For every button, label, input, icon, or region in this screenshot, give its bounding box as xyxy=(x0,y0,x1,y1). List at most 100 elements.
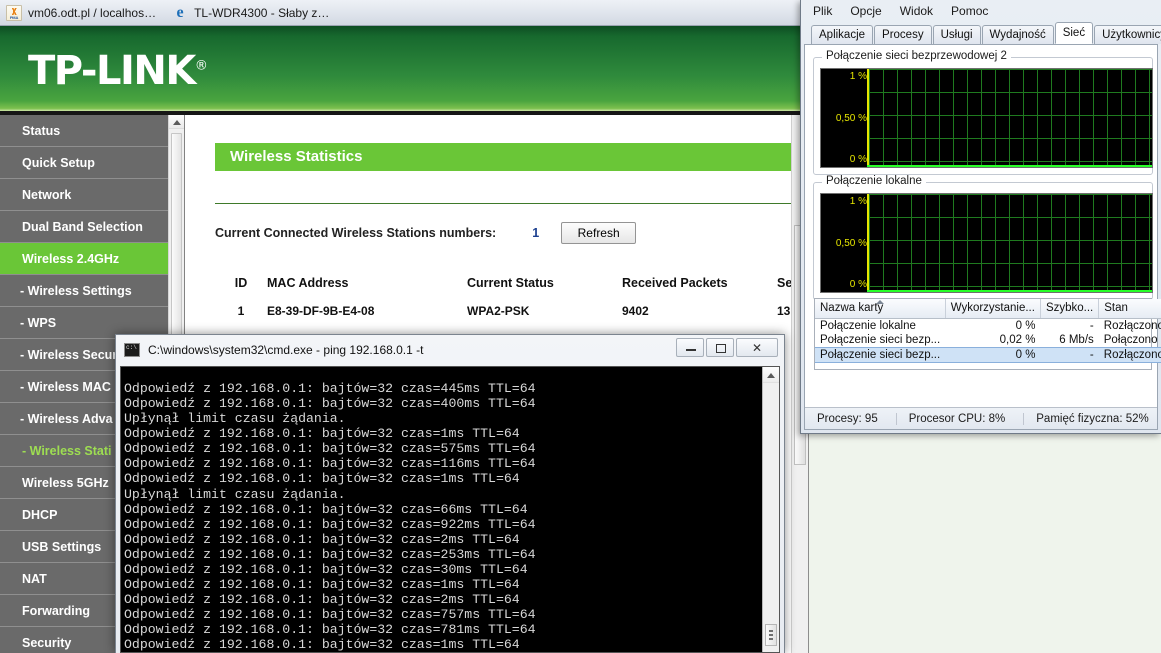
window-title: C:\windows\system32\cmd.exe - ping 192.1… xyxy=(148,343,424,357)
browser-tab-tplink[interactable]: e TL-WDR4300 - Słaby z… xyxy=(166,0,339,26)
browser-tab-strip: vm06.odt.pl / localhos… e TL-WDR4300 - S… xyxy=(0,0,808,26)
sidebar-item-status[interactable]: Status xyxy=(0,115,168,147)
network-graph-local: Połączenie lokalne 1 % 0,50 % 0 % xyxy=(813,175,1153,300)
network-adapters-table: Nazwa karty Wykorzystanie... Szybko... S… xyxy=(814,298,1161,370)
command-prompt-window: C:\windows\system32\cmd.exe - ping 192.1… xyxy=(115,334,785,653)
column-header-state[interactable]: Stan xyxy=(1098,299,1161,319)
sidebar-item-network[interactable]: Network xyxy=(0,179,168,211)
console-output-text: Odpowiedź z 192.168.0.1: bajtów=32 czas=… xyxy=(124,381,536,652)
scroll-up-arrow-icon[interactable] xyxy=(763,367,779,383)
graph-series-line xyxy=(867,290,1152,292)
network-graph-wireless-2: Połączenie sieci bezprzewodowej 2 1 % 0,… xyxy=(813,50,1153,175)
cell-mac-address: E8-39-DF-9B-E4-08 xyxy=(267,304,375,318)
network-graph-plot: 1 % 0,50 % 0 % xyxy=(820,193,1153,293)
column-header-adapter-name[interactable]: Nazwa karty xyxy=(815,299,946,319)
sidebar-scroll-thumb[interactable] xyxy=(171,133,182,343)
y-tick-label: 1 % xyxy=(849,71,867,82)
tab-siec[interactable]: Sieć xyxy=(1054,22,1094,44)
table-row[interactable]: Połączenie sieci bezp... 0,02 % 6 Mb/s P… xyxy=(815,333,1161,348)
graph-y-axis: 1 % 0,50 % 0 % xyxy=(821,194,867,292)
graph-grid xyxy=(867,194,1152,292)
stations-count-label: Current Connected Wireless Stations numb… xyxy=(215,226,497,240)
menu-plik[interactable]: Plik xyxy=(813,4,832,18)
tab-aplikacje[interactable]: Aplikacje xyxy=(811,25,874,44)
tab-uslugi[interactable]: Usługi xyxy=(932,25,981,44)
maximize-button[interactable] xyxy=(706,338,734,357)
tab-uzytkownicy[interactable]: Użytkownicy xyxy=(1094,25,1161,44)
command-prompt-titlebar[interactable]: C:\windows\system32\cmd.exe - ping 192.1… xyxy=(116,335,784,365)
cell-usage: 0 % xyxy=(1015,319,1036,332)
task-manager-tabs: Aplikacje Procesy Usługi Wydajność Sieć … xyxy=(801,21,1161,44)
console-resize-grip[interactable] xyxy=(765,624,777,646)
cell-adapter-name: Połączenie lokalne xyxy=(820,319,916,332)
menu-opcje[interactable]: Opcje xyxy=(850,4,881,18)
cell-speed: - xyxy=(1089,319,1094,332)
stations-count-value: 1 xyxy=(532,226,540,240)
column-header-id: ID xyxy=(234,276,248,290)
column-header-mac-address: MAC Address xyxy=(267,276,349,290)
cell-speed: 6 Mb/s xyxy=(1059,333,1094,346)
graph-y-axis: 1 % 0,50 % 0 % xyxy=(821,69,867,167)
refresh-button[interactable]: Refresh xyxy=(561,222,637,244)
browser-tab-label: TL-WDR4300 - Słaby z… xyxy=(194,5,330,20)
window-controls: ✕ xyxy=(676,338,778,357)
page-title: Wireless Statistics xyxy=(215,143,808,171)
table-row-selected[interactable]: Połączenie sieci bezp... 0 % - Rozłączon… xyxy=(815,346,1161,363)
task-manager-menubar: Plik Opcje Widok Pomoc xyxy=(801,0,1161,21)
wireless-stations-table: ID MAC Address Current Status Received P… xyxy=(215,272,808,320)
sidebar-item-wireless-24ghz[interactable]: Wireless 2.4GHz xyxy=(0,243,168,275)
y-tick-label: 0,50 % xyxy=(835,238,867,249)
cell-state: Rozłączono xyxy=(1098,346,1161,363)
graph-grid xyxy=(867,69,1152,167)
network-graph-plot: 1 % 0,50 % 0 % xyxy=(820,68,1153,168)
cell-current-status: WPA2-PSK xyxy=(467,304,530,318)
column-header-received-packets: Received Packets xyxy=(622,276,728,290)
phpmyadmin-icon xyxy=(6,4,22,21)
cell-usage: 0,02 % xyxy=(999,333,1036,346)
task-manager-window: Plik Opcje Widok Pomoc Aplikacje Procesy… xyxy=(800,0,1161,434)
router-header: TP-LINK® xyxy=(0,26,808,111)
console-scrollbar[interactable] xyxy=(762,367,779,652)
cell-usage: 0 % xyxy=(945,346,1041,363)
cell-state: Rozłączono xyxy=(1103,319,1161,332)
status-processes: Procesy: 95 xyxy=(817,412,878,425)
browser-tab-label: vm06.odt.pl / localhos… xyxy=(28,5,157,20)
menu-widok[interactable]: Widok xyxy=(900,4,933,18)
internet-explorer-icon: e xyxy=(176,3,184,21)
console-icon xyxy=(124,343,140,357)
network-graph-caption: Połączenie lokalne xyxy=(822,175,926,187)
console-output-area[interactable]: Odpowiedź z 192.168.0.1: bajtów=32 czas=… xyxy=(120,366,780,653)
cell-id: 1 xyxy=(237,304,245,318)
y-tick-label: 1 % xyxy=(849,196,867,207)
cell-received-packets: 9402 xyxy=(622,304,649,318)
close-button[interactable]: ✕ xyxy=(736,338,778,357)
status-cpu: Procesor CPU: 8% xyxy=(895,412,1005,425)
minimize-button[interactable] xyxy=(676,338,704,357)
table-header-row: Nazwa karty Wykorzystanie... Szybko... S… xyxy=(815,299,1161,319)
table-row[interactable]: Połączenie lokalne 0 % - Rozłączono xyxy=(815,318,1161,333)
menu-pomoc[interactable]: Pomoc xyxy=(951,4,988,18)
sidebar-item-quick-setup[interactable]: Quick Setup xyxy=(0,147,168,179)
sidebar-item-dual-band-selection[interactable]: Dual Band Selection xyxy=(0,211,168,243)
table-row: 1 E8-39-DF-9B-E4-08 WPA2-PSK 9402 13 xyxy=(215,302,808,320)
cell-adapter-name: Połączenie sieci bezp... xyxy=(820,333,941,346)
title-divider xyxy=(215,203,808,204)
column-header-usage[interactable]: Wykorzystanie... xyxy=(945,299,1041,319)
close-icon: ✕ xyxy=(751,341,763,355)
task-manager-statusbar: Procesy: 95 Procesor CPU: 8% Pamięć fizy… xyxy=(805,407,1157,429)
cell-state: Połączono xyxy=(1103,333,1158,346)
sidebar-item-wireless-settings[interactable]: - Wireless Settings xyxy=(0,275,168,307)
table-header-row: ID MAC Address Current Status Received P… xyxy=(215,272,808,302)
network-graph-caption: Połączenie sieci bezprzewodowej 2 xyxy=(822,50,1011,62)
tab-procesy[interactable]: Procesy xyxy=(874,25,932,44)
column-header-speed[interactable]: Szybko... xyxy=(1040,299,1100,319)
stations-count-row: Current Connected Wireless Stations numb… xyxy=(215,222,808,244)
screen: vm06.odt.pl / localhos… e TL-WDR4300 - S… xyxy=(0,0,1161,653)
cell-adapter-name: Połączenie sieci bezp... xyxy=(815,346,946,363)
status-memory: Pamięć fizyczna: 52% xyxy=(1023,412,1149,425)
network-panel: Połączenie sieci bezprzewodowej 2 1 % 0,… xyxy=(804,44,1161,430)
browser-tab-phpmyadmin[interactable]: vm06.odt.pl / localhos… xyxy=(0,0,166,26)
tab-wydajnosc[interactable]: Wydajność xyxy=(981,25,1054,44)
scroll-up-arrow-icon[interactable] xyxy=(169,115,184,129)
y-tick-label: 0 % xyxy=(849,279,867,290)
